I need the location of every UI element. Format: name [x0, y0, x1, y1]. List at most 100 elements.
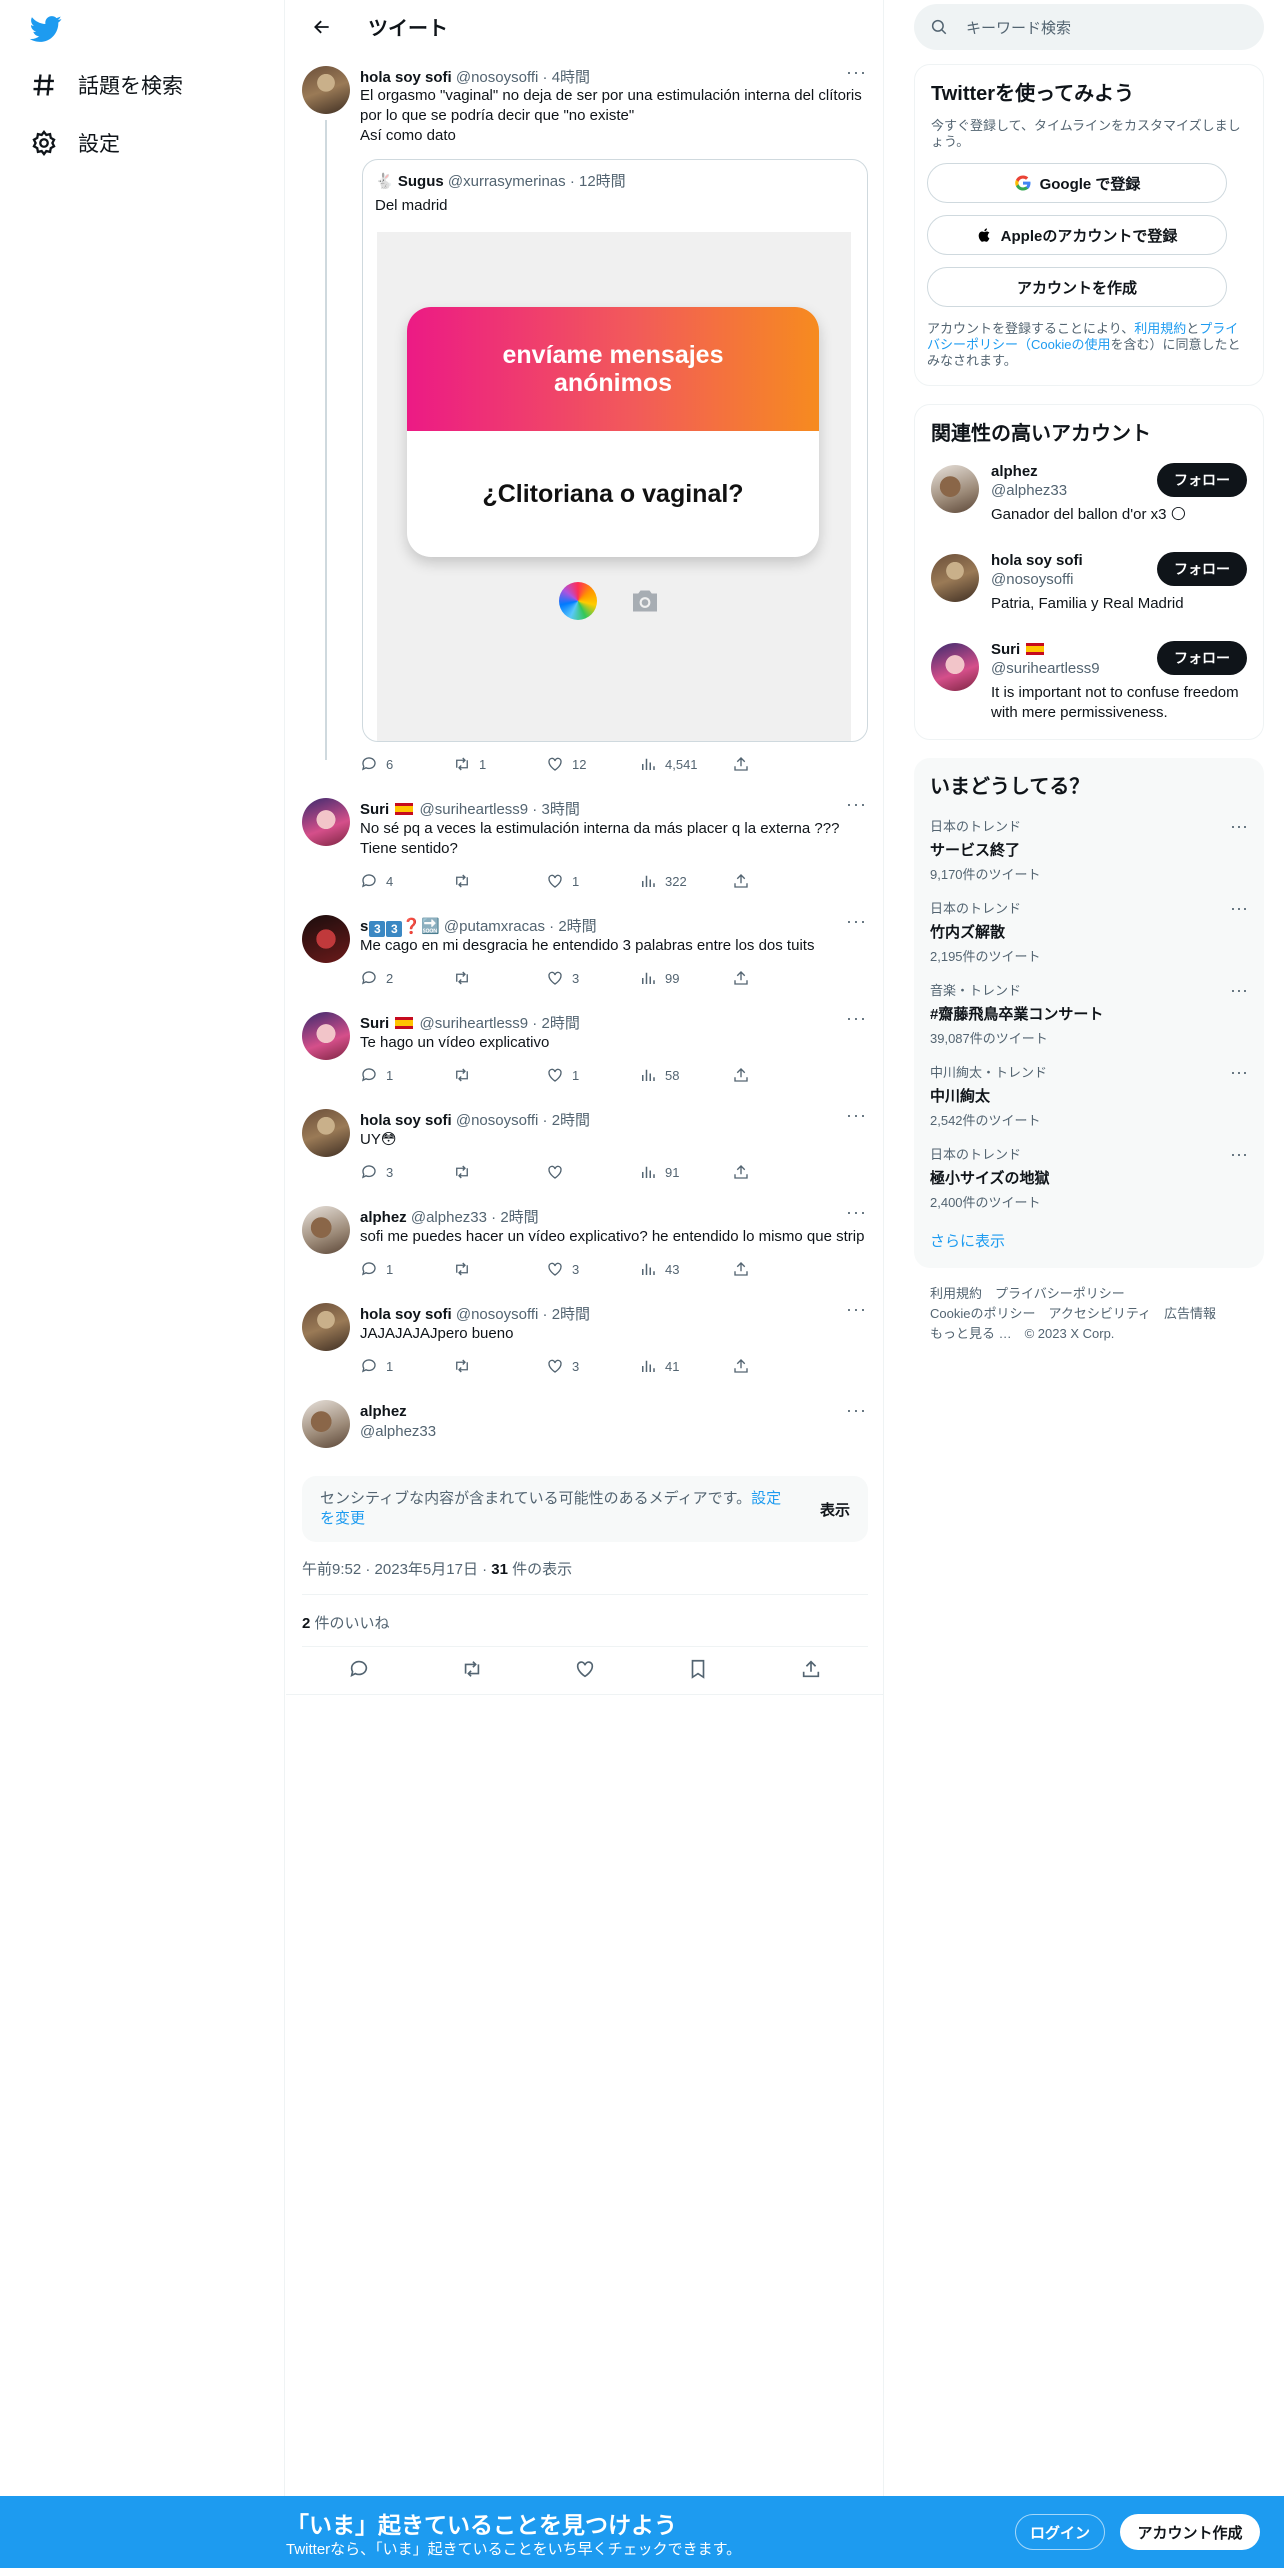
tweet-time[interactable]: 午前9:52: [302, 1561, 361, 1578]
follow-button[interactable]: フォロー: [1157, 552, 1247, 586]
tweet-date[interactable]: 2023年5月17日: [375, 1561, 478, 1578]
tweet-time[interactable]: 2時間: [552, 1306, 590, 1323]
trend-item[interactable]: 日本のトレンド 極小サイズの地獄 2,400件のツイート ···: [930, 1144, 1248, 1226]
terms-link[interactable]: 利用規約: [1134, 321, 1186, 336]
more-icon[interactable]: ···: [846, 1400, 867, 1421]
share-button[interactable]: [732, 1163, 825, 1181]
tweet-time[interactable]: 3時間: [541, 801, 579, 818]
author-name[interactable]: hola soy sofi: [360, 1306, 452, 1323]
views-button[interactable]: 43: [639, 1260, 732, 1278]
trend-item[interactable]: 日本のトレンド サービス終了 9,170件のツイート ···: [930, 816, 1248, 898]
author-handle[interactable]: @suriheartless9: [420, 801, 529, 818]
avatar[interactable]: [931, 465, 979, 513]
trend-item[interactable]: 中川絢太・トレンド 中川絢太 2,542件のツイート ···: [930, 1062, 1248, 1144]
share-button[interactable]: [732, 755, 825, 773]
more-icon[interactable]: ···: [1230, 980, 1248, 1001]
author-name[interactable]: Suri: [360, 1015, 389, 1032]
like-button[interactable]: 3: [546, 969, 639, 987]
share-button[interactable]: [732, 1357, 825, 1375]
signup-button[interactable]: アカウント作成: [1120, 2514, 1260, 2550]
avatar[interactable]: [302, 915, 350, 963]
avatar[interactable]: [302, 1400, 350, 1448]
avatar[interactable]: [302, 798, 350, 846]
share-icon[interactable]: [800, 1658, 822, 1680]
reply-icon[interactable]: [348, 1658, 370, 1680]
retweet-button[interactable]: [453, 1357, 546, 1375]
retweet-button[interactable]: [453, 1260, 546, 1278]
quoted-tweet[interactable]: 🐇 Sugus @xurrasymerinas · 12時間 Del madri…: [362, 159, 868, 742]
more-icon[interactable]: ···: [1230, 898, 1248, 919]
author-handle[interactable]: @alphez33: [360, 1423, 436, 1440]
author-name[interactable]: alphez: [360, 1403, 436, 1420]
retweet-button[interactable]: [453, 1066, 546, 1084]
author-handle[interactable]: @putamxracas: [444, 918, 545, 935]
likes-summary[interactable]: 2 件のいいね: [302, 1612, 390, 1633]
tweet-time[interactable]: 2時間: [541, 1015, 579, 1032]
tweet-time[interactable]: 2時間: [552, 1112, 590, 1129]
more-icon[interactable]: ···: [846, 1008, 867, 1029]
reply-button[interactable]: 4: [360, 872, 453, 890]
author-name[interactable]: alphez: [360, 1209, 407, 1226]
bookmark-icon[interactable]: [687, 1658, 709, 1680]
author-name[interactable]: Suri: [360, 801, 389, 818]
views-button[interactable]: 41: [639, 1357, 732, 1375]
login-button[interactable]: ログイン: [1015, 2514, 1105, 2550]
follow-button[interactable]: フォロー: [1157, 463, 1247, 497]
reply-button[interactable]: 2: [360, 969, 453, 987]
retweet-button[interactable]: [453, 969, 546, 987]
like-button[interactable]: [546, 1163, 639, 1181]
more-icon[interactable]: ···: [846, 1105, 867, 1126]
author-name[interactable]: hola soy sofi: [360, 69, 452, 86]
reply-button[interactable]: 1: [360, 1066, 453, 1084]
like-button[interactable]: 1: [546, 1066, 639, 1084]
avatar[interactable]: [302, 66, 350, 114]
create-account-button[interactable]: アカウントを作成: [927, 267, 1227, 307]
account-row[interactable]: Suri @suriheartless9 It is important not…: [931, 641, 1247, 727]
like-button[interactable]: 1: [546, 872, 639, 890]
more-icon[interactable]: ···: [1230, 1144, 1248, 1165]
more-icon[interactable]: ···: [846, 1202, 867, 1223]
quote-image[interactable]: envíame mensajes anónimos ¿Clitoriana o …: [377, 232, 851, 741]
author-handle[interactable]: @nosoysoffi: [456, 1112, 539, 1129]
account-row[interactable]: alphez @alphez33 Ganador del ballon d'or…: [931, 463, 1247, 549]
like-button[interactable]: 12: [546, 755, 639, 773]
retweet-button[interactable]: [453, 1163, 546, 1181]
reply-button[interactable]: 1: [360, 1260, 453, 1278]
avatar[interactable]: [302, 1109, 350, 1157]
heart-icon[interactable]: [574, 1658, 596, 1680]
views-button[interactable]: 322: [639, 872, 732, 890]
footer-links[interactable]: 利用規約 プライバシーポリシー: [930, 1284, 1250, 1304]
avatar[interactable]: [302, 1012, 350, 1060]
reply-button[interactable]: 6: [360, 755, 453, 773]
twitter-bird-icon[interactable]: [28, 12, 62, 46]
reply-button[interactable]: 3: [360, 1163, 453, 1181]
avatar[interactable]: [302, 1206, 350, 1254]
more-icon[interactable]: ···: [846, 62, 867, 83]
more-icon[interactable]: ···: [846, 794, 867, 815]
google-signup-button[interactable]: Google で登録: [927, 163, 1227, 203]
more-icon[interactable]: ···: [846, 911, 867, 932]
more-icon[interactable]: ···: [846, 1299, 867, 1320]
like-button[interactable]: 3: [546, 1357, 639, 1375]
retweet-icon[interactable]: [461, 1658, 483, 1680]
show-media-button[interactable]: 表示: [820, 1499, 850, 1520]
views-button[interactable]: 4,541: [639, 755, 732, 773]
author-handle[interactable]: @nosoysoffi: [456, 69, 539, 86]
show-more-link[interactable]: さらに表示: [930, 1230, 1005, 1251]
footer-links[interactable]: Cookieのポリシー アクセシビリティ 広告情報: [930, 1304, 1250, 1324]
retweet-button[interactable]: 1: [453, 755, 546, 773]
avatar[interactable]: [931, 554, 979, 602]
nav-explore[interactable]: 話題を検索: [30, 70, 183, 100]
apple-signup-button[interactable]: Appleのアカウントで登録: [927, 215, 1227, 255]
share-button[interactable]: [732, 1066, 825, 1084]
tweet-time[interactable]: 2時間: [558, 918, 596, 935]
author-handle[interactable]: @suriheartless9: [420, 1015, 529, 1032]
back-button[interactable]: [302, 7, 342, 47]
avatar[interactable]: [302, 1303, 350, 1351]
share-button[interactable]: [732, 969, 825, 987]
nav-settings[interactable]: 設定: [30, 128, 120, 158]
account-row[interactable]: hola soy sofi @nosoysoffi Patria, Famili…: [931, 552, 1247, 638]
follow-button[interactable]: フォロー: [1157, 641, 1247, 675]
author-handle[interactable]: @nosoysoffi: [456, 1306, 539, 1323]
reply-button[interactable]: 1: [360, 1357, 453, 1375]
